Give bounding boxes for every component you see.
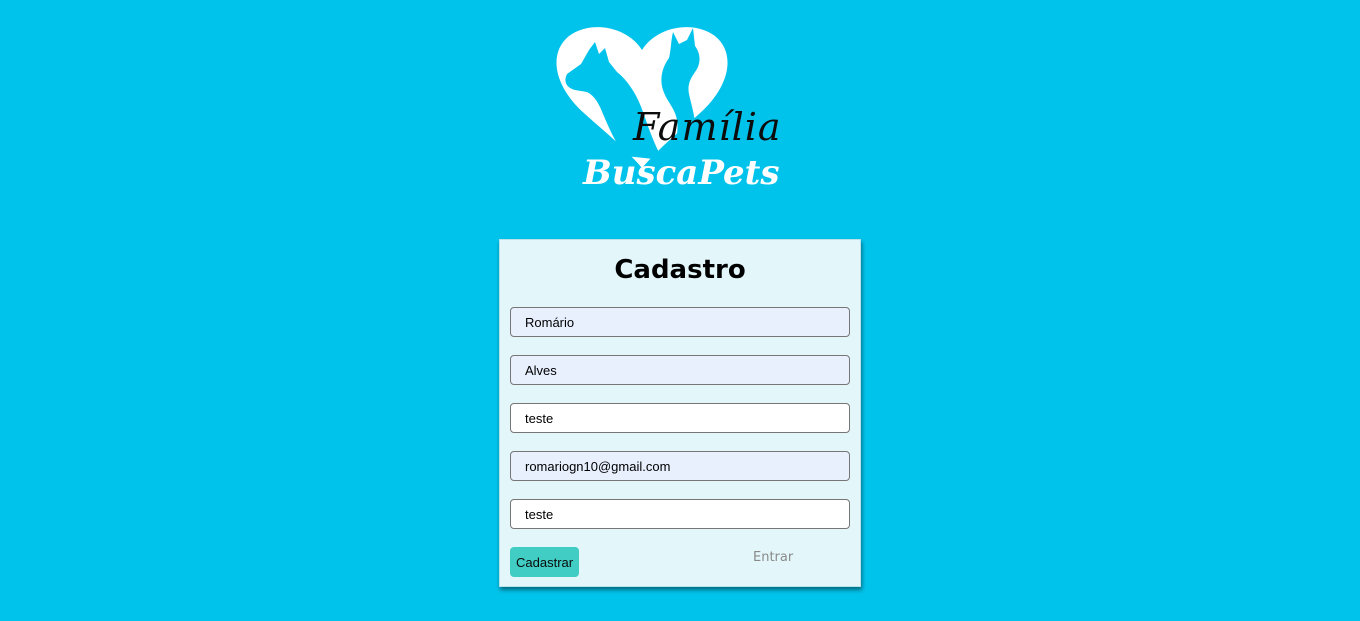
entrar-link[interactable]: Entrar	[753, 550, 793, 565]
logo: Família BuscaPets	[555, 22, 805, 198]
heart-pets-icon	[556, 27, 728, 168]
password-input[interactable]	[510, 499, 850, 529]
last-name-input[interactable]	[510, 355, 850, 385]
email-input[interactable]	[510, 451, 850, 481]
logo-familia-text: Família	[633, 105, 782, 149]
signup-card: Cadastro Cadastrar Entrar	[499, 239, 861, 587]
cadastrar-button[interactable]: Cadastrar	[510, 547, 580, 577]
form-title: Cadastro	[614, 255, 746, 285]
username-input[interactable]	[510, 403, 850, 433]
logo-buscapets-text: BuscaPets	[583, 153, 780, 193]
first-name-input[interactable]	[510, 307, 850, 337]
